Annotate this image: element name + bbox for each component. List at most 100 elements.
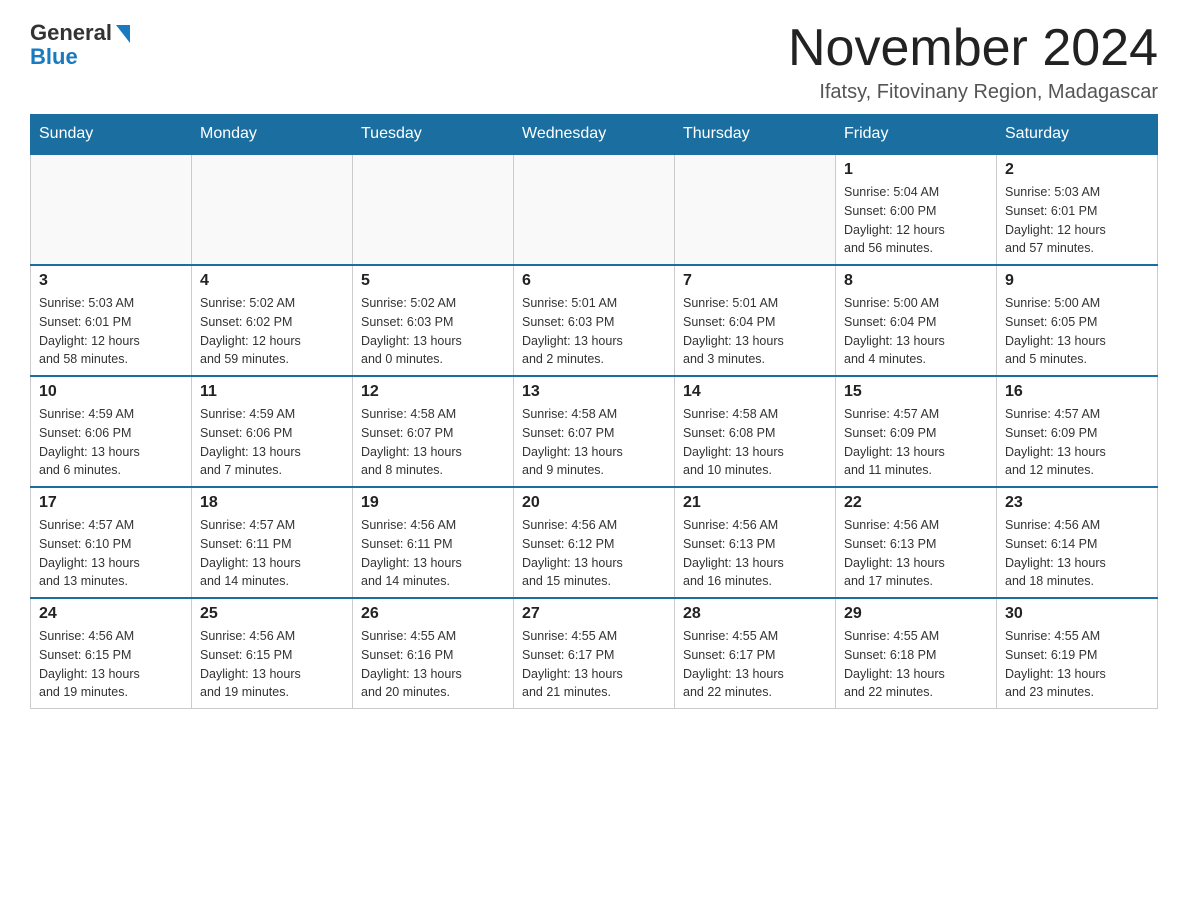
day-number: 8 [844,272,988,290]
weekday-header-sunday: Sunday [31,115,192,155]
day-info: Sunrise: 4:55 AMSunset: 6:18 PMDaylight:… [844,627,988,702]
day-number: 17 [39,494,183,512]
day-number: 23 [1005,494,1149,512]
day-number: 19 [361,494,505,512]
calendar-cell [514,154,675,265]
calendar-cell: 2 Sunrise: 5:03 AMSunset: 6:01 PMDaylight… [997,154,1158,265]
day-info: Sunrise: 4:56 AMSunset: 6:15 PMDaylight:… [39,627,183,702]
day-info: Sunrise: 4:57 AMSunset: 6:10 PMDaylight:… [39,516,183,591]
calendar-cell: 18 Sunrise: 4:57 AMSunset: 6:11 PMDayligh… [192,487,353,598]
day-info: Sunrise: 4:58 AMSunset: 6:08 PMDaylight:… [683,405,827,480]
calendar-cell: 5 Sunrise: 5:02 AMSunset: 6:03 PMDaylight… [353,265,514,376]
day-info: Sunrise: 5:03 AMSunset: 6:01 PMDaylight:… [39,294,183,369]
calendar-cell [31,154,192,265]
day-number: 1 [844,161,988,179]
calendar-cell: 4 Sunrise: 5:02 AMSunset: 6:02 PMDaylight… [192,265,353,376]
day-number: 28 [683,605,827,623]
logo-arrow-icon [116,25,130,43]
calendar-cell: 26 Sunrise: 4:55 AMSunset: 6:16 PMDayligh… [353,598,514,709]
weekday-header-tuesday: Tuesday [353,115,514,155]
calendar-cell: 24 Sunrise: 4:56 AMSunset: 6:15 PMDayligh… [31,598,192,709]
day-info: Sunrise: 5:01 AMSunset: 6:04 PMDaylight:… [683,294,827,369]
day-info: Sunrise: 5:02 AMSunset: 6:02 PMDaylight:… [200,294,344,369]
calendar-cell [675,154,836,265]
calendar-cell: 22 Sunrise: 4:56 AMSunset: 6:13 PMDayligh… [836,487,997,598]
day-number: 22 [844,494,988,512]
main-title: November 2024 [788,20,1158,77]
day-number: 5 [361,272,505,290]
calendar-cell: 13 Sunrise: 4:58 AMSunset: 6:07 PMDayligh… [514,376,675,487]
day-info: Sunrise: 4:58 AMSunset: 6:07 PMDaylight:… [522,405,666,480]
day-number: 26 [361,605,505,623]
calendar-cell: 25 Sunrise: 4:56 AMSunset: 6:15 PMDayligh… [192,598,353,709]
calendar-cell: 23Sunrise: 4:56 AMSunset: 6:14 PMDayligh… [997,487,1158,598]
header: General Blue November 2024 Ifatsy, Fitov… [30,20,1158,104]
day-info: Sunrise: 4:57 AMSunset: 6:11 PMDaylight:… [200,516,344,591]
day-info: Sunrise: 5:00 AMSunset: 6:05 PMDaylight:… [1005,294,1149,369]
day-info: Sunrise: 4:58 AMSunset: 6:07 PMDaylight:… [361,405,505,480]
day-info: Sunrise: 4:55 AMSunset: 6:17 PMDaylight:… [683,627,827,702]
calendar-cell [353,154,514,265]
day-number: 16 [1005,383,1149,401]
day-number: 4 [200,272,344,290]
weekday-header-saturday: Saturday [997,115,1158,155]
logo-blue: Blue [30,44,78,70]
day-number: 7 [683,272,827,290]
day-number: 21 [683,494,827,512]
day-number: 11 [200,383,344,401]
calendar-cell: 12 Sunrise: 4:58 AMSunset: 6:07 PMDayligh… [353,376,514,487]
day-info: Sunrise: 4:55 AMSunset: 6:17 PMDaylight:… [522,627,666,702]
weekday-header-friday: Friday [836,115,997,155]
calendar-cell: 16 Sunrise: 4:57 AMSunset: 6:09 PMDayligh… [997,376,1158,487]
day-number: 13 [522,383,666,401]
day-number: 24 [39,605,183,623]
day-info: Sunrise: 4:56 AMSunset: 6:15 PMDaylight:… [200,627,344,702]
weekday-header-wednesday: Wednesday [514,115,675,155]
day-number: 2 [1005,161,1149,179]
day-info: Sunrise: 5:04 AMSunset: 6:00 PMDaylight:… [844,183,988,258]
day-info: Sunrise: 5:00 AMSunset: 6:04 PMDaylight:… [844,294,988,369]
calendar-cell: 1 Sunrise: 5:04 AMSunset: 6:00 PMDaylight… [836,154,997,265]
calendar-cell: 3Sunrise: 5:03 AMSunset: 6:01 PMDaylight… [31,265,192,376]
day-number: 20 [522,494,666,512]
day-number: 6 [522,272,666,290]
calendar-cell: 19 Sunrise: 4:56 AMSunset: 6:11 PMDayligh… [353,487,514,598]
calendar-cell: 15 Sunrise: 4:57 AMSunset: 6:09 PMDayligh… [836,376,997,487]
calendar-cell: 11 Sunrise: 4:59 AMSunset: 6:06 PMDayligh… [192,376,353,487]
title-section: November 2024 Ifatsy, Fitovinany Region,… [788,20,1158,104]
subtitle: Ifatsy, Fitovinany Region, Madagascar [788,81,1158,104]
day-info: Sunrise: 4:56 AMSunset: 6:13 PMDaylight:… [683,516,827,591]
calendar-cell: 10Sunrise: 4:59 AMSunset: 6:06 PMDayligh… [31,376,192,487]
calendar-cell: 30 Sunrise: 4:55 AMSunset: 6:19 PMDayligh… [997,598,1158,709]
day-info: Sunrise: 4:59 AMSunset: 6:06 PMDaylight:… [39,405,183,480]
day-number: 25 [200,605,344,623]
day-info: Sunrise: 5:01 AMSunset: 6:03 PMDaylight:… [522,294,666,369]
day-info: Sunrise: 5:02 AMSunset: 6:03 PMDaylight:… [361,294,505,369]
logo: General Blue [30,20,130,70]
calendar: SundayMondayTuesdayWednesdayThursdayFrid… [30,114,1158,709]
weekday-header-thursday: Thursday [675,115,836,155]
day-info: Sunrise: 4:57 AMSunset: 6:09 PMDaylight:… [1005,405,1149,480]
calendar-cell: 20 Sunrise: 4:56 AMSunset: 6:12 PMDayligh… [514,487,675,598]
day-info: Sunrise: 5:03 AMSunset: 6:01 PMDaylight:… [1005,183,1149,258]
day-info: Sunrise: 4:56 AMSunset: 6:12 PMDaylight:… [522,516,666,591]
day-number: 15 [844,383,988,401]
day-info: Sunrise: 4:59 AMSunset: 6:06 PMDaylight:… [200,405,344,480]
day-number: 30 [1005,605,1149,623]
day-number: 9 [1005,272,1149,290]
calendar-cell: 21 Sunrise: 4:56 AMSunset: 6:13 PMDayligh… [675,487,836,598]
day-info: Sunrise: 4:57 AMSunset: 6:09 PMDaylight:… [844,405,988,480]
calendar-cell: 28 Sunrise: 4:55 AMSunset: 6:17 PMDayligh… [675,598,836,709]
day-number: 18 [200,494,344,512]
day-info: Sunrise: 4:55 AMSunset: 6:16 PMDaylight:… [361,627,505,702]
day-info: Sunrise: 4:56 AMSunset: 6:13 PMDaylight:… [844,516,988,591]
day-number: 27 [522,605,666,623]
day-number: 12 [361,383,505,401]
calendar-cell: 7 Sunrise: 5:01 AMSunset: 6:04 PMDaylight… [675,265,836,376]
calendar-cell [192,154,353,265]
day-info: Sunrise: 4:56 AMSunset: 6:11 PMDaylight:… [361,516,505,591]
calendar-cell: 8 Sunrise: 5:00 AMSunset: 6:04 PMDaylight… [836,265,997,376]
day-info: Sunrise: 4:55 AMSunset: 6:19 PMDaylight:… [1005,627,1149,702]
day-number: 14 [683,383,827,401]
logo-general: General [30,20,112,46]
